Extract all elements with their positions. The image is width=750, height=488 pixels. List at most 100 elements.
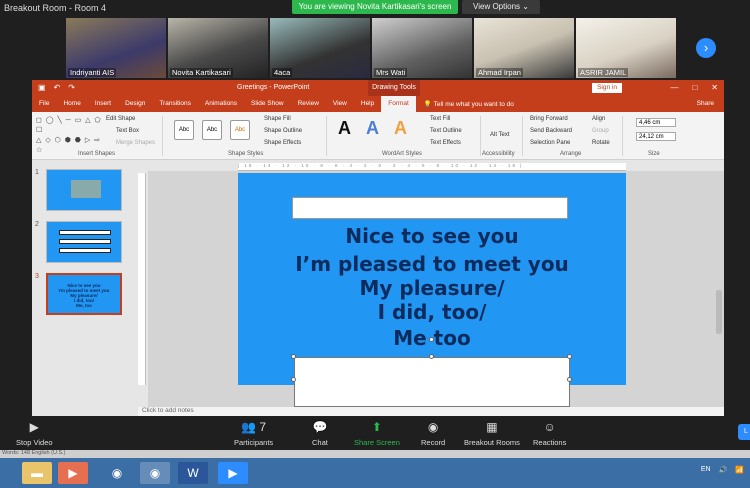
shape-style-1[interactable]: Abc bbox=[174, 120, 194, 140]
resize-handle[interactable] bbox=[291, 377, 296, 382]
slide-text-line[interactable]: My pleasure/ bbox=[238, 275, 626, 301]
next-page-icon[interactable]: › bbox=[696, 38, 716, 58]
chat-button[interactable]: 💬 Chat bbox=[312, 420, 328, 447]
shape-fill-button[interactable]: Shape Fill bbox=[264, 116, 291, 122]
shapes-gallery[interactable]: ◻ ◯ ╲ ─ ▭ △ ⬠ ☐ △ ◇ ⬡ ⬢ ⬣ ▷ ⇨ ☆ bbox=[36, 116, 106, 154]
slide-text-line[interactable]: Nice to see you bbox=[238, 223, 626, 249]
wordart-style-1[interactable]: A bbox=[338, 118, 351, 139]
video-tile[interactable]: Ahmad Irpan bbox=[474, 18, 574, 78]
wordart-style-2[interactable]: A bbox=[366, 118, 379, 139]
rotate-button[interactable]: Rotate bbox=[592, 140, 610, 146]
selection-pane-button[interactable]: Selection Pane bbox=[530, 140, 570, 146]
text-effects-button[interactable]: Text Effects bbox=[430, 140, 461, 146]
horizontal-ruler: | 16 · 14 · 12 · 10 · 8 · 6 · 4 · 2 · 0 … bbox=[238, 163, 626, 171]
stop-video-button[interactable]: ▶ Stop Video bbox=[16, 420, 53, 447]
tab-home[interactable]: Home bbox=[56, 96, 87, 112]
close-icon[interactable]: ✕ bbox=[711, 83, 718, 92]
slide-thumbnail-1[interactable] bbox=[46, 169, 122, 211]
slide-text-line[interactable]: I’m pleased to meet you bbox=[238, 251, 626, 277]
divider bbox=[162, 116, 163, 156]
window-controls: — □ ✕ bbox=[670, 83, 718, 92]
selected-text-box[interactable] bbox=[294, 357, 570, 407]
chrome-icon[interactable]: ◉ bbox=[102, 462, 132, 484]
redo-icon[interactable]: ↷ bbox=[68, 83, 75, 92]
tab-slide-show[interactable]: Slide Show bbox=[244, 96, 291, 112]
shape-height-field[interactable]: 4,46 cm bbox=[636, 118, 676, 127]
side-panel-chip[interactable]: L bbox=[738, 424, 750, 440]
share-button[interactable]: Share bbox=[697, 100, 714, 107]
text-fill-button[interactable]: Text Fill bbox=[430, 116, 450, 122]
video-tile[interactable]: Novita Kartikasari bbox=[168, 18, 268, 78]
video-tile[interactable]: ASRIR JAMIL bbox=[576, 18, 676, 78]
resize-handle[interactable] bbox=[567, 377, 572, 382]
reactions-button[interactable]: ☺ Reactions bbox=[533, 420, 566, 447]
minimize-icon[interactable]: — bbox=[670, 83, 678, 92]
save-icon[interactable]: ▣ bbox=[38, 83, 46, 92]
tab-design[interactable]: Design bbox=[118, 96, 152, 112]
app-status-strip: Words: 148 English (U.S.) bbox=[0, 450, 750, 458]
record-button[interactable]: ◉ Record bbox=[421, 420, 445, 447]
shape-effects-button[interactable]: Shape Effects bbox=[264, 140, 301, 146]
tab-view[interactable]: View bbox=[326, 96, 354, 112]
merge-shapes-button[interactable]: Merge Shapes bbox=[116, 140, 155, 146]
zoom-toolbar: ▶ Stop Video 👥 7 Participants 💬 Chat ⬆ S… bbox=[0, 416, 750, 450]
sign-in-button[interactable]: Sign in bbox=[592, 83, 622, 93]
tab-animations[interactable]: Animations bbox=[198, 96, 244, 112]
slide-thumbnail-3[interactable]: Nice to see you I'm pleased to meet you … bbox=[46, 273, 122, 315]
notes-pane[interactable]: Click to add notes bbox=[138, 407, 724, 416]
bring-forward-button[interactable]: Bring Forward bbox=[530, 116, 568, 122]
vertical-scrollbar[interactable] bbox=[716, 290, 722, 334]
slide-3[interactable]: Nice to see you I’m pleased to meet you … bbox=[238, 173, 626, 407]
resize-handle[interactable] bbox=[291, 354, 296, 359]
shape-outline-button[interactable]: Shape Outline bbox=[264, 128, 302, 134]
shape-styles-label: Shape Styles bbox=[228, 151, 264, 157]
alt-text-button[interactable]: Alt Text bbox=[490, 132, 510, 138]
language-indicator[interactable]: EN bbox=[701, 466, 711, 474]
view-options-button[interactable]: View Options ⌄ bbox=[462, 0, 540, 14]
text-box-button[interactable]: Text Box bbox=[116, 128, 139, 134]
share-screen-label: Share Screen bbox=[354, 438, 400, 447]
tell-me-search[interactable]: 💡 Tell me what you want to do bbox=[424, 96, 514, 112]
slide-thumbnails-pane: 1 2 3 Nice to see you I'm pleased to mee… bbox=[32, 161, 132, 416]
share-screen-button[interactable]: ⬆ Share Screen bbox=[354, 420, 400, 447]
text-outline-button[interactable]: Text Outline bbox=[430, 128, 462, 134]
shape-width-field[interactable]: 24,12 cm bbox=[636, 132, 676, 141]
slide-thumbnail-2[interactable] bbox=[46, 221, 122, 263]
resize-handle[interactable] bbox=[567, 354, 572, 359]
shape-style-3[interactable]: Abc bbox=[230, 120, 250, 140]
zoom-icon[interactable]: ▶ bbox=[218, 462, 248, 484]
wordart-style-3[interactable]: A bbox=[394, 118, 407, 139]
resize-handle[interactable] bbox=[429, 354, 434, 359]
group-button[interactable]: Group bbox=[592, 128, 609, 134]
rotate-handle-icon[interactable] bbox=[429, 337, 434, 342]
file-explorer-icon[interactable]: ▬ bbox=[22, 462, 52, 484]
video-tile[interactable]: 4aca bbox=[270, 18, 370, 78]
undo-icon[interactable]: ↶ bbox=[54, 83, 61, 92]
divider bbox=[622, 116, 623, 156]
tab-file[interactable]: File bbox=[32, 96, 56, 112]
tab-format[interactable]: Format bbox=[381, 96, 416, 112]
tab-insert[interactable]: Insert bbox=[88, 96, 118, 112]
tab-review[interactable]: Review bbox=[291, 96, 326, 112]
slide-text-line[interactable]: I did, too/ bbox=[238, 299, 626, 325]
breakout-rooms-button[interactable]: ▦ Breakout Rooms bbox=[464, 420, 520, 447]
align-button[interactable]: Align bbox=[592, 116, 605, 122]
word-icon[interactable]: W bbox=[178, 462, 208, 484]
chrome-icon[interactable]: ◉ bbox=[140, 462, 170, 484]
empty-text-box[interactable] bbox=[292, 197, 568, 219]
maximize-icon[interactable]: □ bbox=[692, 83, 697, 92]
send-backward-button[interactable]: Send Backward bbox=[530, 128, 572, 134]
share-banner: You are viewing Novita Kartikasari's scr… bbox=[292, 0, 458, 14]
tab-help[interactable]: Help bbox=[354, 96, 381, 112]
edit-shape-button[interactable]: Edit Shape bbox=[106, 116, 135, 122]
participants-button[interactable]: 👥 7 Participants bbox=[234, 420, 273, 447]
shape-style-2[interactable]: Abc bbox=[202, 120, 222, 140]
video-tile[interactable]: Indriyanti AIS bbox=[66, 18, 166, 78]
media-player-icon[interactable]: ▶ bbox=[58, 462, 88, 484]
network-icon[interactable]: 📶 bbox=[735, 466, 744, 474]
volume-icon[interactable]: 🔊 bbox=[719, 466, 728, 474]
tab-transitions[interactable]: Transitions bbox=[152, 96, 198, 112]
arrange-label: Arrange bbox=[560, 151, 582, 157]
room-title: Breakout Room - Room 4 bbox=[4, 3, 107, 13]
video-tile[interactable]: Mrs Wati bbox=[372, 18, 472, 78]
